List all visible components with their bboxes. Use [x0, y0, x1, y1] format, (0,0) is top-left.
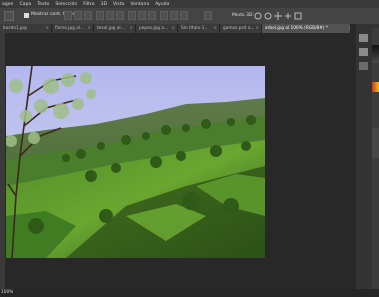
- tab-document-3[interactable]: tesol.jpg al... ×: [94, 24, 136, 33]
- align-right-button[interactable]: [116, 11, 124, 20]
- zoom-level[interactable]: 100%: [1, 290, 13, 295]
- 3d-pan-icon[interactable]: [274, 12, 282, 20]
- menu-item-filter[interactable]: Filtro: [83, 2, 94, 7]
- align-left-button[interactable]: [96, 11, 104, 20]
- close-icon[interactable]: ×: [45, 24, 49, 33]
- align-bottom-button[interactable]: [84, 11, 92, 20]
- align-center-button[interactable]: [106, 11, 114, 20]
- menu-item-help[interactable]: Ayuda: [155, 2, 169, 7]
- auto-align-button[interactable]: [204, 11, 212, 20]
- distribute-center-button[interactable]: [170, 11, 178, 20]
- distribute-left-button[interactable]: [160, 11, 168, 20]
- tab-document-active[interactable]: arbol.jpg al 100% (RGB/8#) *×: [262, 24, 355, 33]
- close-icon[interactable]: ×: [171, 24, 175, 33]
- spectrum-swatch[interactable]: [372, 45, 379, 63]
- 3d-roll-icon[interactable]: [264, 12, 272, 20]
- align-middle-button[interactable]: [74, 11, 82, 20]
- distribute-middle-button[interactable]: [138, 11, 146, 20]
- document-tabs: bosdo1.jpg × flores.jpg al... × tesol.jpg …: [0, 24, 355, 33]
- menu-bar: agen Capa Texto Selección Filtro 3D Vist…: [0, 0, 379, 8]
- close-icon[interactable]: ×: [255, 24, 259, 33]
- menu-item-view[interactable]: Vista: [113, 2, 124, 7]
- move-tool-icon[interactable]: [4, 11, 14, 21]
- distribute-bottom-button[interactable]: [148, 11, 156, 20]
- mode-3d-label: Modo 3D:: [232, 13, 254, 18]
- 3d-scale-icon[interactable]: [294, 12, 302, 20]
- close-icon[interactable]: ×: [213, 24, 217, 33]
- color-ramp[interactable]: [372, 82, 379, 92]
- tab-document-2[interactable]: flores.jpg al... ×: [52, 24, 94, 33]
- color-panel: [372, 28, 379, 297]
- distribute-right-button[interactable]: [180, 11, 188, 20]
- menu-item-window[interactable]: Ventana: [130, 2, 149, 7]
- close-icon[interactable]: ×: [129, 24, 133, 33]
- tab-document-6[interactable]: gamos.psd a... ×: [220, 24, 262, 33]
- auto-select-checkbox[interactable]: [24, 13, 29, 18]
- menu-item-3d[interactable]: 3D: [101, 2, 107, 7]
- menu-item-select[interactable]: Selección: [55, 2, 77, 7]
- distribute-top-button[interactable]: [128, 11, 136, 20]
- properties-icon[interactable]: [359, 48, 368, 56]
- document-image[interactable]: [6, 66, 265, 258]
- landscape-photo: [6, 66, 265, 258]
- 3d-slide-icon[interactable]: [284, 12, 292, 20]
- adjustment-panel-strip: [372, 128, 379, 158]
- close-icon[interactable]: ×: [87, 24, 91, 33]
- options-bar: Mostrar cont. transf. Modo 3D:: [0, 8, 379, 25]
- info-icon[interactable]: [359, 62, 368, 70]
- tab-document-4[interactable]: pepas.jpg a... ×: [136, 24, 178, 33]
- menu-item-image[interactable]: agen: [2, 2, 13, 7]
- panel-collapse-strip[interactable]: [350, 24, 356, 297]
- tab-document-5[interactable]: Sin título-1... ×: [178, 24, 220, 33]
- align-top-button[interactable]: [64, 11, 72, 20]
- history-icon[interactable]: [359, 34, 368, 42]
- menu-item-type[interactable]: Texto: [37, 2, 49, 7]
- menu-item-layer[interactable]: Capa: [19, 2, 31, 7]
- tab-document-1[interactable]: bosdo1.jpg ×: [0, 24, 52, 33]
- 3d-rotate-icon[interactable]: [254, 12, 262, 20]
- status-bar: [0, 289, 379, 297]
